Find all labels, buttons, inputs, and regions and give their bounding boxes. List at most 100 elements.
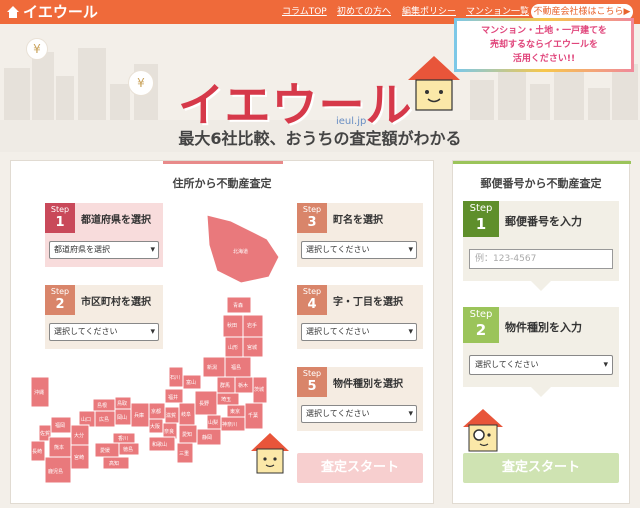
step-badge-label: Step	[50, 287, 70, 296]
map-label-niigata: 新潟	[207, 364, 217, 371]
step-badge-label: Step	[469, 309, 493, 320]
town-select[interactable]: 選択してください	[301, 241, 417, 259]
postal-step2: Step 2 物件種別を入力 選択してください	[463, 307, 619, 387]
step-number: 3	[307, 215, 317, 230]
map-label-saitama: 埼玉	[221, 396, 231, 403]
map-label-gunma: 群馬	[220, 382, 230, 389]
map-label-toyama: 富山	[186, 379, 196, 386]
step-badge-label: Step	[50, 205, 70, 214]
postal-search-panel: 郵便番号から不動産査定 Step 1 郵便番号を入力 例：123-4567 Ste…	[452, 160, 631, 504]
nav-mansion-list[interactable]: マンション一覧	[466, 6, 529, 18]
step4-chome: Step 4 字・丁目を選択 選択してください	[297, 285, 423, 349]
map-label-tochigi: 栃木	[238, 382, 248, 389]
promo-speech-bubble: マンション・土地・一戸建てを 売却するならイエウールを 活用ください!!	[454, 18, 634, 72]
map-label-saga: 佐賀	[40, 430, 50, 437]
step-number: 5	[307, 379, 317, 394]
address-panel-title: 住所から不動産査定	[172, 177, 272, 190]
logo-text: イエウール	[23, 3, 98, 21]
step-title: 郵便番号を入力	[505, 215, 582, 228]
step-badge-label: Step	[469, 203, 493, 214]
step-arrow	[531, 281, 551, 291]
address-search-panel: 住所から不動産査定 北海道 青森 秋田 岩手 山形 宮城 新潟 福島 石川 富山…	[10, 160, 434, 504]
step3-town: Step 3 町名を選択 選択してください	[297, 203, 423, 267]
step-title: 物件種別を入力	[505, 321, 582, 334]
step-number: 1	[55, 215, 65, 230]
map-label-fukushima: 福島	[231, 364, 241, 371]
map-label-kagawa: 香川	[118, 435, 128, 442]
step-badge-label: Step	[302, 205, 322, 214]
map-label-okinawa: 沖縄	[34, 389, 44, 396]
city-select[interactable]: 選択してください	[49, 323, 159, 341]
map-label-kumamoto: 熊本	[54, 444, 64, 451]
postal-panel-title: 郵便番号から不動産査定	[480, 177, 602, 190]
map-label-gifu: 岐阜	[181, 411, 191, 418]
map-label-ishikawa: 石川	[170, 375, 180, 381]
map-label-shiga: 滋賀	[166, 412, 176, 419]
promo-line: 活用ください!!	[512, 54, 576, 64]
map-label-kochi: 高知	[109, 460, 119, 467]
step-badge-label: Step	[302, 287, 322, 296]
map-label-aomori: 青森	[233, 302, 243, 309]
nav-editorial-policy[interactable]: 編集ポリシー	[402, 6, 456, 18]
house-mascot-magnifier-icon	[463, 409, 503, 452]
map-label-hokkaido: 北海道	[233, 248, 248, 255]
step-badge: Step 1	[45, 203, 75, 233]
hero-tagline: 最大6社比較、おうちの査定額がわかる	[178, 129, 462, 148]
map-label-miyagi: 宮城	[247, 344, 257, 351]
map-label-tottori: 鳥取	[117, 400, 127, 407]
map-label-yamaguchi: 山口	[81, 416, 91, 423]
map-label-akita: 秋田	[227, 322, 237, 329]
property-type-select[interactable]: 選択してください	[301, 405, 417, 423]
map-label-okayama: 岡山	[117, 414, 127, 421]
postal-start-button[interactable]: 査定スタート	[463, 453, 619, 483]
step-title: 都道府県を選択	[81, 215, 151, 226]
yen-coin-icon: ¥	[26, 38, 48, 60]
chome-select[interactable]: 選択してください	[301, 323, 417, 341]
postal-property-type-select[interactable]: 選択してください	[469, 355, 613, 375]
step-title: 字・丁目を選択	[333, 297, 403, 308]
step-title: 物件種別を選択	[333, 379, 403, 390]
panel-accent-bar	[453, 161, 631, 164]
map-label-chiba: 千葉	[248, 412, 258, 419]
prefecture-select[interactable]: 都道府県を選択	[49, 241, 159, 259]
step-title: 町名を選択	[333, 215, 383, 226]
nav-first-time[interactable]: 初めての方へ	[337, 6, 391, 18]
promo-line: 売却するならイエウールを	[490, 40, 598, 50]
map-label-mie: 三重	[179, 450, 189, 457]
map-label-shizuoka: 静岡	[202, 434, 212, 441]
map-label-hiroshima: 広島	[99, 416, 109, 423]
map-label-wakayama: 和歌山	[152, 441, 167, 448]
map-label-osaka: 大阪	[150, 423, 160, 430]
step-badge: Step 4	[297, 285, 327, 315]
postal-step1: Step 1 郵便番号を入力 例：123-4567	[463, 201, 619, 281]
map-label-aichi: 愛知	[182, 431, 192, 438]
map-label-oita: 大分	[74, 432, 84, 439]
map-label-tokyo: 東京	[230, 408, 240, 415]
map-label-kagoshima: 鹿児島	[48, 468, 63, 475]
map-label-nagano: 長野	[199, 400, 209, 407]
map-label-iwate: 岩手	[247, 322, 257, 329]
step5-property-type: Step 5 物件種別を選択 選択してください	[297, 367, 423, 431]
address-start-button[interactable]: 査定スタート	[297, 453, 423, 483]
step-number: 2	[475, 321, 487, 339]
postal-code-input[interactable]: 例：123-4567	[469, 249, 613, 269]
step-badge-label: Step	[302, 369, 322, 378]
brand-title: イエウール	[178, 78, 413, 132]
nav-column-top[interactable]: コラムTOP	[282, 6, 327, 18]
yen-coin-icon: ¥	[128, 70, 154, 96]
promo-line: マンション・土地・一戸建てを	[481, 26, 607, 36]
panel-accent-bar	[163, 161, 283, 164]
map-label-yamagata: 山形	[228, 344, 238, 351]
step-arrow	[531, 387, 551, 397]
map-label-yamanashi: 山梨	[208, 419, 218, 426]
step-number: 4	[307, 297, 317, 312]
house-logo-icon	[7, 6, 19, 18]
step-title: 市区町村を選択	[81, 297, 151, 308]
map-label-tokushima: 徳島	[123, 446, 133, 453]
site-logo[interactable]: イエウール	[6, 2, 98, 22]
map-label-ehime: 愛媛	[100, 447, 110, 454]
step-badge: Step 3	[297, 203, 327, 233]
map-label-fukui: 福井	[168, 394, 178, 401]
map-label-kyoto: 京都	[151, 408, 161, 415]
map-label-nara: 奈良	[164, 428, 174, 435]
